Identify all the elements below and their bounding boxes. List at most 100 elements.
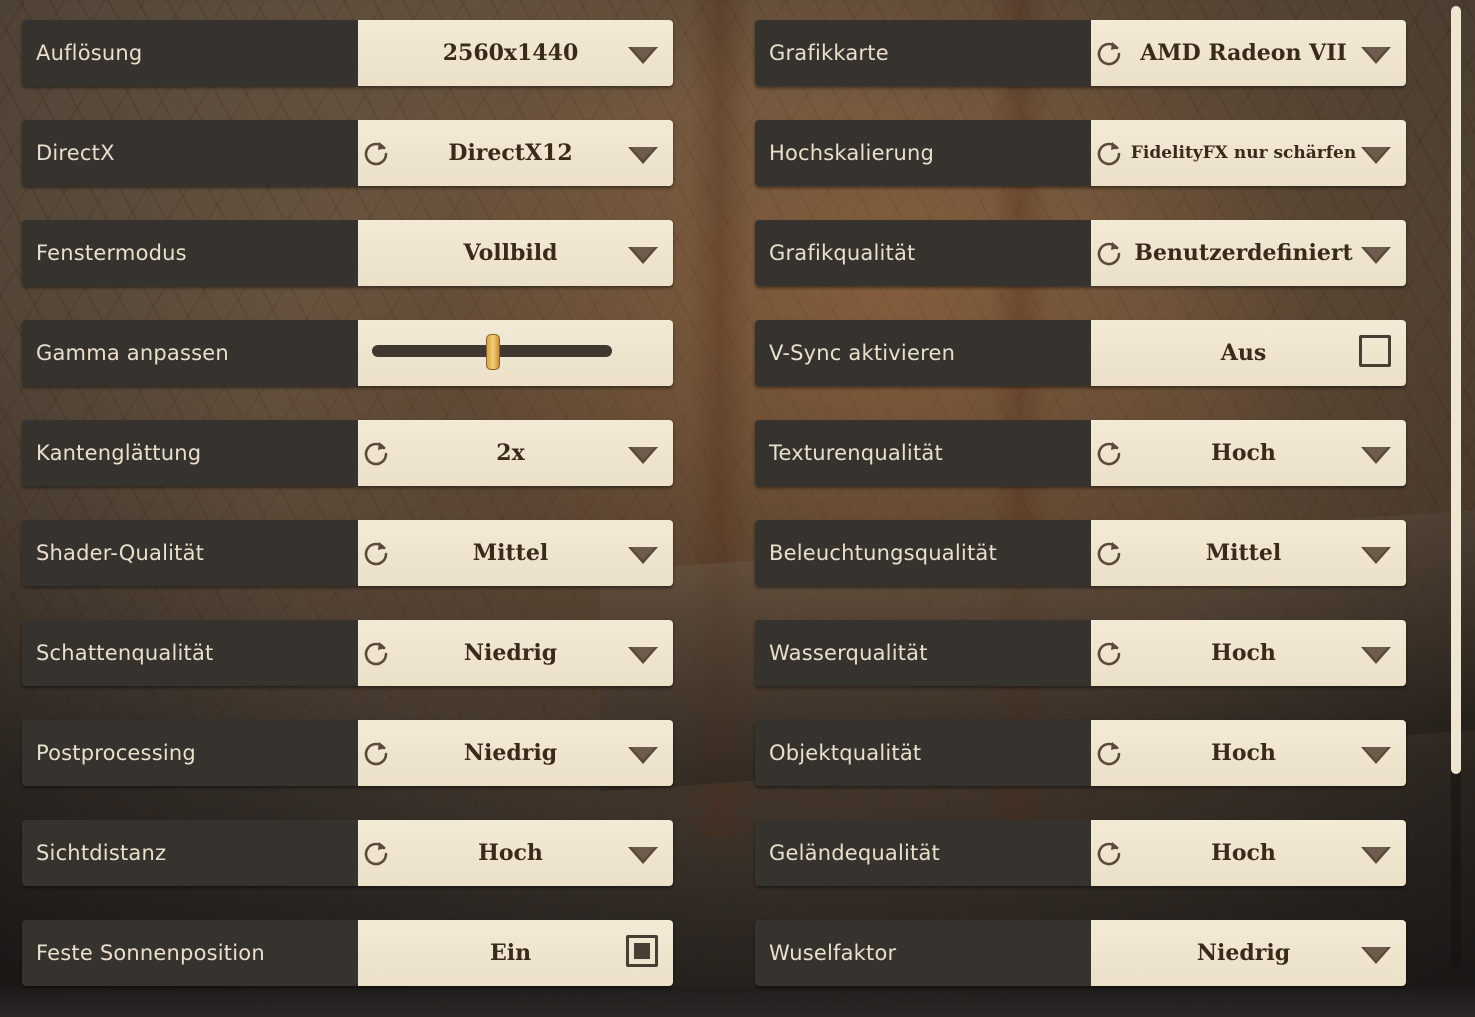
chevron-down-icon[interactable] (1360, 544, 1392, 566)
setting-label: Grafikqualität (755, 220, 1091, 286)
setting-value: Aus (1220, 340, 1267, 366)
refresh-icon[interactable] (1095, 439, 1123, 467)
setting-label: V-Sync aktivieren (755, 320, 1091, 386)
setting-label: Wasserqualität (755, 620, 1091, 686)
setting-label: Sichtdistanz (22, 820, 358, 886)
setting-label: Gamma anpassen (22, 320, 358, 386)
dropdown-grafikqualitaet[interactable]: Benutzerdefiniert (1091, 220, 1406, 286)
setting-label: Hochskalierung (755, 120, 1091, 186)
dropdown-sichtdistanz[interactable]: Hoch (358, 820, 673, 886)
chevron-down-icon[interactable] (1360, 144, 1392, 166)
setting-label: Postprocessing (22, 720, 358, 786)
chevron-down-icon[interactable] (627, 644, 659, 666)
setting-label: Wuselfaktor (755, 920, 1091, 986)
setting-label: Schattenqualität (22, 620, 358, 686)
toggle-v-sync-aktivieren[interactable]: Aus (1091, 320, 1406, 386)
setting-value: Niedrig (463, 740, 558, 766)
setting-row-hochskalierung: Hochskalierung FidelityFX nur schärfen (755, 120, 1406, 186)
checkbox-icon[interactable] (626, 935, 658, 967)
dropdown-texturenqualitaet[interactable]: Hoch (1091, 420, 1406, 486)
setting-row-beleuchtungsqualitaet: Beleuchtungsqualität Mittel (755, 520, 1406, 586)
setting-value: Niedrig (463, 640, 558, 666)
dropdown-shader-qualitaet[interactable]: Mittel (358, 520, 673, 586)
refresh-icon[interactable] (1095, 639, 1123, 667)
refresh-icon[interactable] (362, 739, 390, 767)
dropdown-grafikkarte[interactable]: AMD Radeon VII (1091, 20, 1406, 86)
refresh-icon[interactable] (1095, 539, 1123, 567)
setting-row-texturenqualitaet: Texturenqualität Hoch (755, 420, 1406, 486)
setting-value: 2x (496, 440, 525, 466)
chevron-down-icon[interactable] (627, 744, 659, 766)
setting-row-directx: DirectX DirectX12 (22, 120, 673, 186)
dropdown-directx[interactable]: DirectX12 (358, 120, 673, 186)
setting-label: Geländequalität (755, 820, 1091, 886)
setting-row-feste-sonnenposition: Feste Sonnenposition Ein (22, 920, 673, 986)
dropdown-schattenqualitaet[interactable]: Niedrig (358, 620, 673, 686)
dropdown-fenstermodus[interactable]: Vollbild (358, 220, 673, 286)
refresh-icon[interactable] (1095, 739, 1123, 767)
setting-row-v-sync-aktivieren: V-Sync aktivieren Aus (755, 320, 1406, 386)
chevron-down-icon[interactable] (627, 844, 659, 866)
chevron-down-icon[interactable] (1360, 644, 1392, 666)
setting-label: Auflösung (22, 20, 358, 86)
setting-label: Beleuchtungsqualität (755, 520, 1091, 586)
dropdown-beleuchtungsqualitaet[interactable]: Mittel (1091, 520, 1406, 586)
toggle-feste-sonnenposition[interactable]: Ein (358, 920, 673, 986)
dropdown-gelaendequalitaet[interactable]: Hoch (1091, 820, 1406, 886)
chevron-down-icon[interactable] (1360, 244, 1392, 266)
setting-label: Texturenqualität (755, 420, 1091, 486)
dropdown-postprocessing[interactable]: Niedrig (358, 720, 673, 786)
setting-value: Hoch (1211, 440, 1276, 466)
setting-value: Hoch (1211, 740, 1276, 766)
refresh-icon[interactable] (1095, 139, 1123, 167)
setting-row-shader-qualitaet: Shader-Qualität Mittel (22, 520, 673, 586)
setting-label: Grafikkarte (755, 20, 1091, 86)
setting-label: Feste Sonnenposition (22, 920, 358, 986)
chevron-down-icon[interactable] (627, 44, 659, 66)
chevron-down-icon[interactable] (627, 244, 659, 266)
chevron-down-icon[interactable] (627, 544, 659, 566)
chevron-down-icon[interactable] (1360, 44, 1392, 66)
setting-value: AMD Radeon VII (1140, 40, 1347, 66)
dropdown-objektqualitaet[interactable]: Hoch (1091, 720, 1406, 786)
scrollbar-thumb[interactable] (1451, 6, 1461, 774)
setting-row-wuselfaktor: Wuselfaktor Niedrig (755, 920, 1406, 986)
dropdown-wasserqualitaet[interactable]: Hoch (1091, 620, 1406, 686)
refresh-icon[interactable] (1095, 839, 1123, 867)
setting-row-grafikkarte: Grafikkarte AMD Radeon VII (755, 20, 1406, 86)
chevron-down-icon[interactable] (1360, 744, 1392, 766)
setting-label: Objektqualität (755, 720, 1091, 786)
refresh-icon[interactable] (1095, 239, 1123, 267)
chevron-down-icon[interactable] (1360, 844, 1392, 866)
setting-row-aufloesung: Auflösung 2560x1440 (22, 20, 673, 86)
setting-row-postprocessing: Postprocessing Niedrig (22, 720, 673, 786)
setting-value: FidelityFX nur schärfen (1130, 143, 1357, 163)
setting-label: Fenstermodus (22, 220, 358, 286)
setting-row-gelaendequalitaet: Geländequalität Hoch (755, 820, 1406, 886)
gamma-slider[interactable] (358, 320, 673, 386)
checkbox-icon[interactable] (1359, 335, 1391, 367)
setting-value: 2560x1440 (442, 40, 579, 66)
dropdown-kantenglaettung[interactable]: 2x (358, 420, 673, 486)
refresh-icon[interactable] (362, 139, 390, 167)
setting-value: Hoch (478, 840, 543, 866)
refresh-icon[interactable] (362, 439, 390, 467)
chevron-down-icon[interactable] (627, 144, 659, 166)
refresh-icon[interactable] (362, 639, 390, 667)
setting-value: Vollbild (463, 240, 558, 266)
setting-row-kantenglaettung: Kantenglättung 2x (22, 420, 673, 486)
setting-value: Hoch (1211, 640, 1276, 666)
refresh-icon[interactable] (1095, 39, 1123, 67)
slider-thumb[interactable] (486, 334, 500, 370)
setting-row-objektqualitaet: Objektqualität Hoch (755, 720, 1406, 786)
refresh-icon[interactable] (362, 839, 390, 867)
dropdown-hochskalierung[interactable]: FidelityFX nur schärfen (1091, 120, 1406, 186)
chevron-down-icon[interactable] (1360, 444, 1392, 466)
chevron-down-icon[interactable] (627, 444, 659, 466)
setting-value: Benutzerdefiniert (1134, 240, 1353, 266)
refresh-icon[interactable] (362, 539, 390, 567)
dropdown-wuselfaktor[interactable]: Niedrig (1091, 920, 1406, 986)
setting-row-schattenqualitaet: Schattenqualität Niedrig (22, 620, 673, 686)
chevron-down-icon[interactable] (1360, 944, 1392, 966)
dropdown-aufloesung[interactable]: 2560x1440 (358, 20, 673, 86)
